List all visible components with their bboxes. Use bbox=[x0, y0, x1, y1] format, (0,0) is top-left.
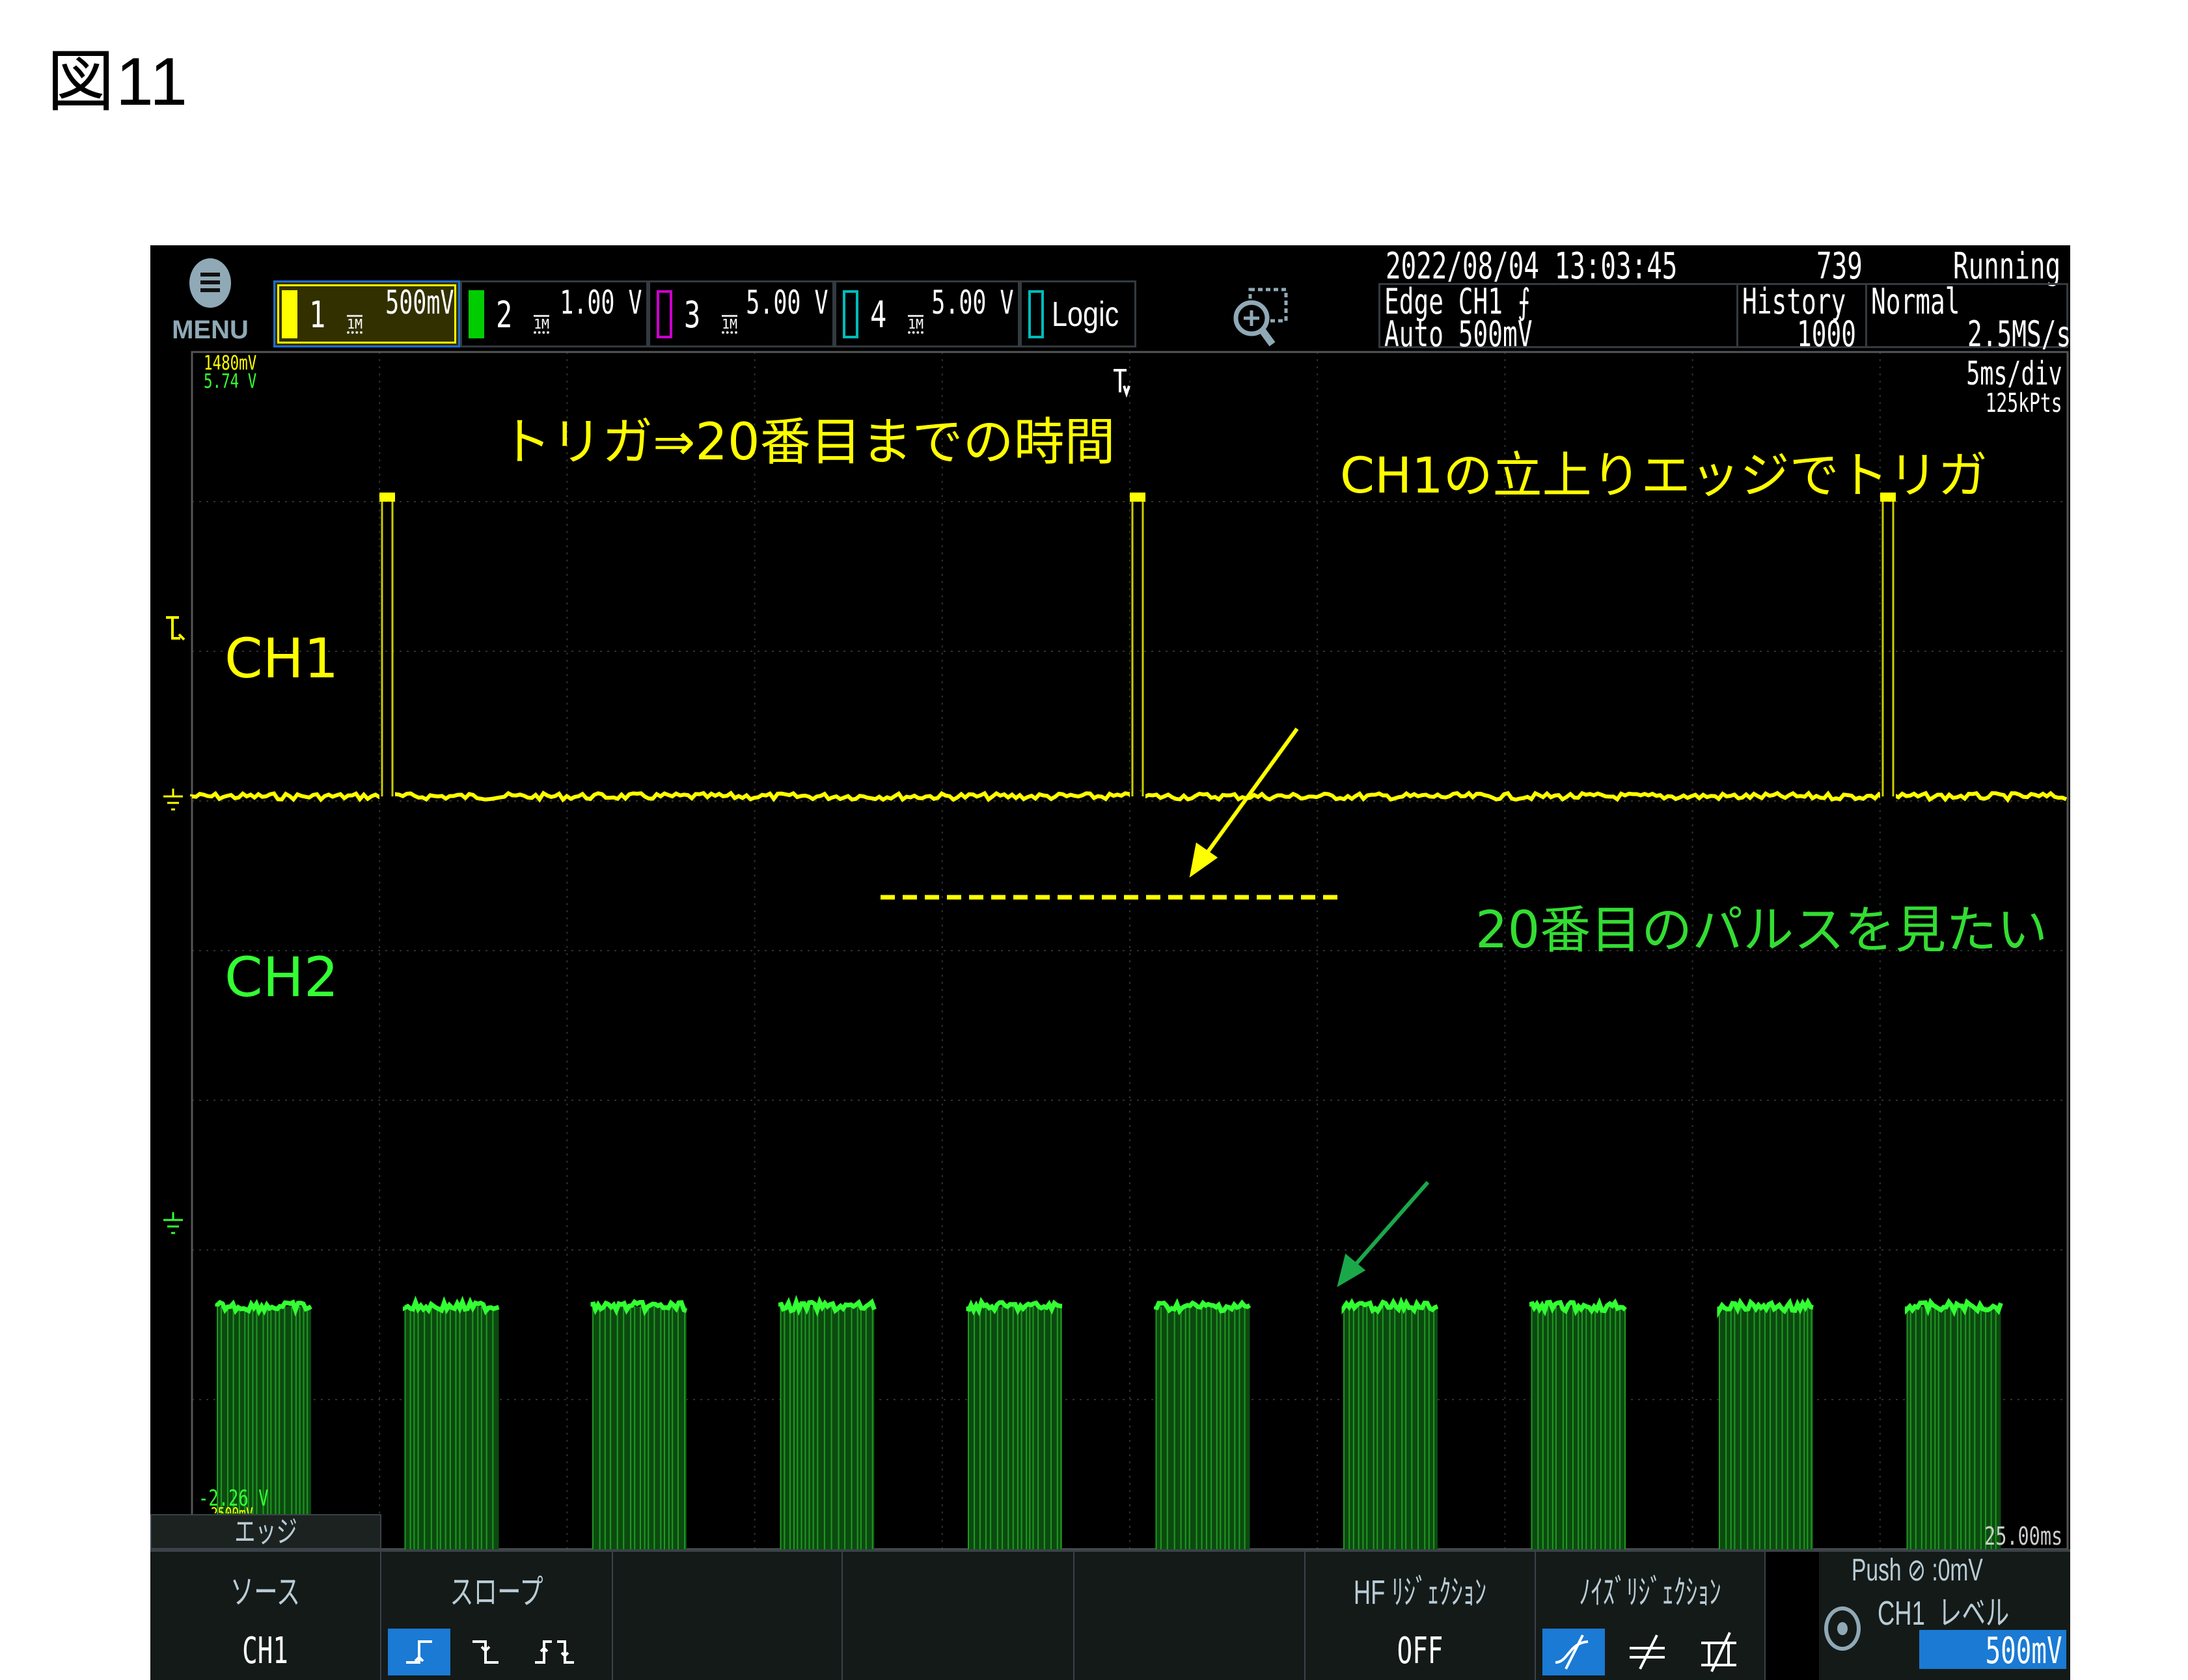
ch2-annotation: CH2 bbox=[225, 945, 339, 1009]
softkey-separator bbox=[1766, 1552, 1819, 1680]
ch2-burst-top bbox=[403, 1295, 500, 1316]
slope-rising-icon[interactable] bbox=[388, 1629, 450, 1675]
noise-off-icon[interactable] bbox=[1542, 1629, 1605, 1675]
ch1-pulse-top bbox=[1130, 493, 1145, 502]
channel-4-button[interactable]: 4 1M 5.00 V bbox=[834, 280, 1020, 347]
ch1-pulse-top bbox=[379, 493, 395, 502]
oscilloscope-screen: MENU 1 1M 500mV 2 1M 1.00 V 3 1M 5.00 V … bbox=[150, 245, 2071, 1680]
ch1-baseline bbox=[190, 790, 2068, 804]
noise-high-icon[interactable] bbox=[1696, 1629, 1742, 1675]
channel-color-bar bbox=[282, 290, 297, 338]
empty-softkey-3[interactable] bbox=[613, 1552, 843, 1680]
menu-icon bbox=[189, 258, 231, 308]
channel-color-bar bbox=[843, 290, 858, 338]
ch1-pulse bbox=[1131, 495, 1144, 796]
empty-softkey-5[interactable] bbox=[1074, 1552, 1306, 1680]
channel-2-button[interactable]: 2 1M 1.00 V bbox=[460, 280, 648, 347]
ch1-pulse bbox=[381, 495, 394, 796]
slope-both-icon[interactable] bbox=[531, 1629, 577, 1675]
ch2-burst bbox=[1344, 1307, 1438, 1549]
channel-1-button[interactable]: 1 1M 500mV bbox=[273, 280, 460, 347]
logic-button[interactable]: Logic bbox=[1020, 280, 1136, 347]
trigger-level-marker bbox=[166, 616, 185, 641]
ch2-burst bbox=[968, 1307, 1062, 1549]
hf-rejection-softkey[interactable]: HF ﾘｼﾞｪｸｼｮﾝ OFF bbox=[1306, 1552, 1536, 1680]
trigger-position-marker bbox=[1114, 369, 1130, 398]
ch2-burst bbox=[1156, 1307, 1250, 1549]
green-arrow bbox=[1337, 1181, 1430, 1288]
channel-color-bar bbox=[469, 290, 484, 338]
channel-color-bar bbox=[657, 290, 672, 338]
trigger-edge-annotation: CH1の立上りエッジでトリガ bbox=[1340, 446, 1988, 504]
ch2-burst bbox=[1719, 1307, 1813, 1549]
want-20th-pulse-annotation: 20番目のパルスを見たい bbox=[1475, 901, 2048, 960]
noise-rejection-softkey[interactable]: ﾉｲｽﾞﾘｼﾞｪｸｼｮﾝ bbox=[1536, 1552, 1766, 1680]
rotary-knob-icon[interactable] bbox=[1824, 1606, 1861, 1651]
slope-falling-icon[interactable] bbox=[466, 1629, 505, 1675]
channel-3-button[interactable]: 3 1M 5.00 V bbox=[648, 280, 834, 347]
ch2-burst bbox=[405, 1307, 499, 1549]
trigger-info-box[interactable]: Edge CH1 ⨍ Auto 500mV History 1000 Norma… bbox=[1378, 281, 2071, 355]
trigger-to-20th-annotation: トリガ⇒20番目までの時間 bbox=[500, 413, 1115, 472]
trigger-level-softkey[interactable]: Push ⊘ :0mV CH1 レベル 500mV bbox=[1819, 1552, 2070, 1680]
ch2-ground-marker bbox=[163, 1212, 183, 1234]
menu-tab-edge[interactable]: エッジ bbox=[150, 1514, 381, 1549]
noise-low-icon[interactable] bbox=[1624, 1629, 1670, 1675]
menu-button[interactable]: MENU bbox=[170, 258, 251, 349]
zoom-icon[interactable] bbox=[1231, 284, 1296, 349]
slope-softkey[interactable]: スロープ bbox=[381, 1552, 613, 1680]
soft-key-bar: ソース CH1 スロープ HF ﾘｼﾞｪｸｼｮﾝ OFF ﾉｲｽﾞﾘｼﾞｪｸｼｮ… bbox=[150, 1549, 2070, 1680]
figure-title: 図11 bbox=[47, 44, 189, 120]
empty-softkey-4[interactable] bbox=[843, 1552, 1074, 1680]
source-softkey[interactable]: ソース CH1 bbox=[150, 1552, 381, 1680]
trigger-level-value[interactable]: 500mV bbox=[1919, 1630, 2066, 1672]
logic-color-bar bbox=[1028, 290, 1044, 338]
ch1-pulse bbox=[1881, 495, 1894, 796]
ch1-ground-marker bbox=[163, 789, 183, 811]
ch1-annotation: CH1 bbox=[225, 627, 339, 690]
